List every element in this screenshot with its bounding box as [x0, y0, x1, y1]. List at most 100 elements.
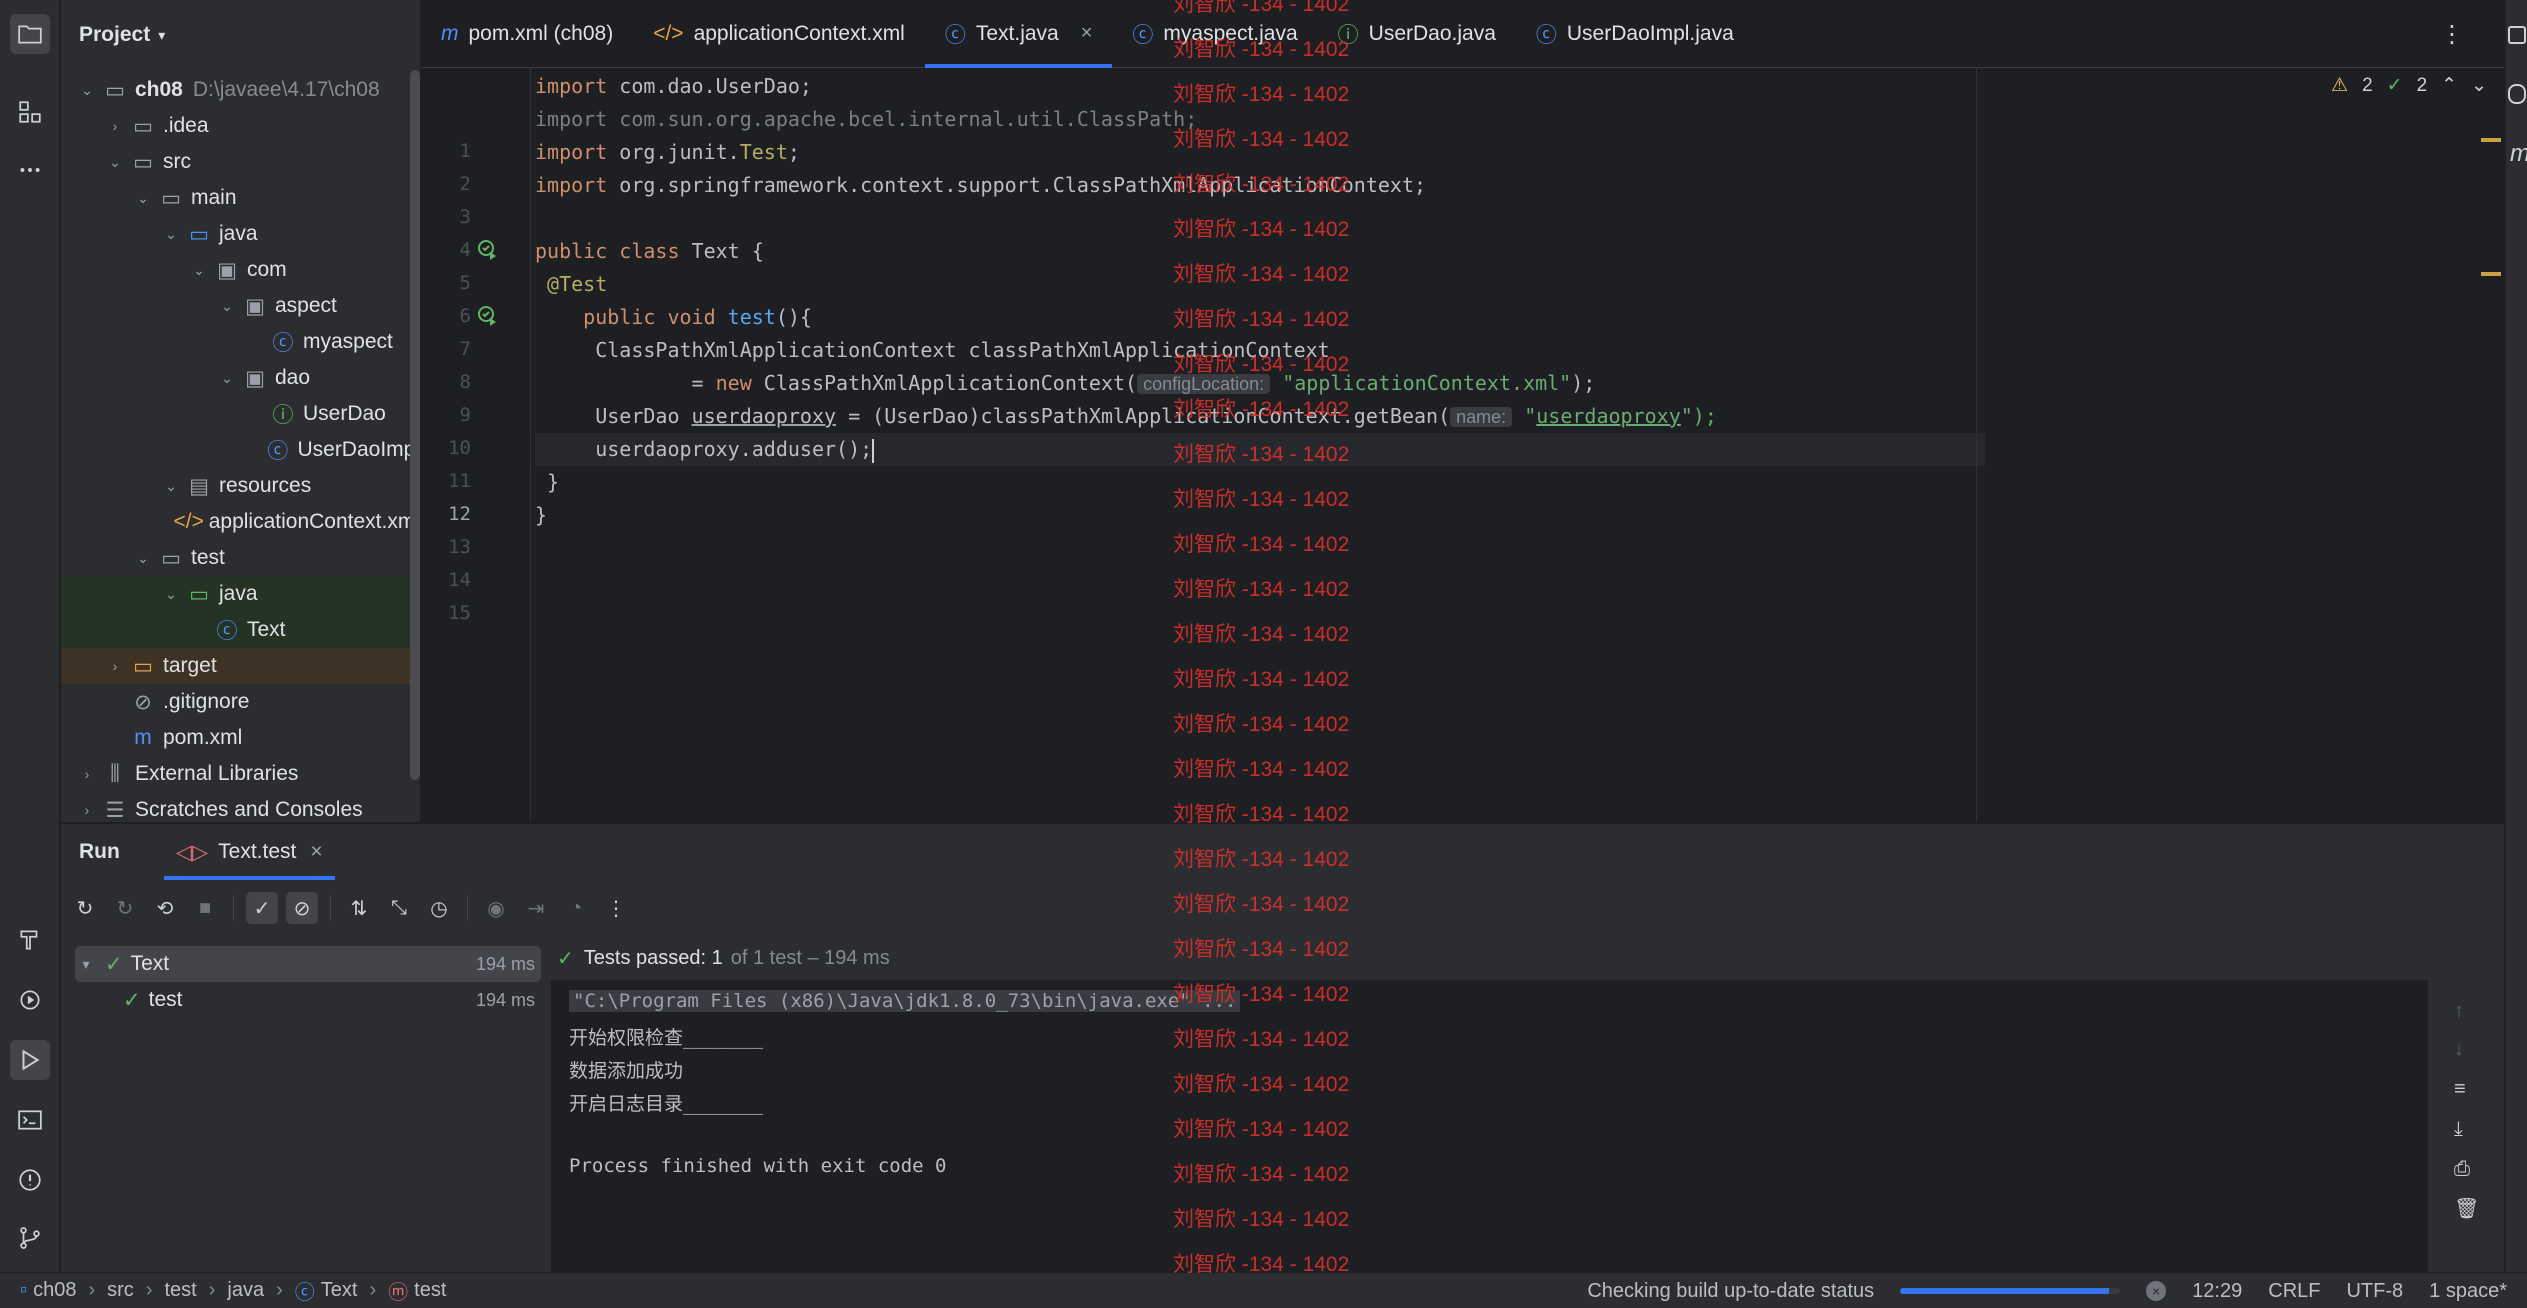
- test-row-method[interactable]: ✓ test 194 ms: [75, 982, 541, 1018]
- tree-item[interactable]: ⌄ ▣ dao: [61, 360, 420, 396]
- services-tool-button[interactable]: [10, 980, 50, 1020]
- toggle-auto-test-icon[interactable]: ⟲: [149, 892, 181, 924]
- rerun-icon[interactable]: ↻: [69, 892, 101, 924]
- tree-item[interactable]: ⌄ ▤ resources: [61, 468, 420, 504]
- structure-tool-button[interactable]: [10, 92, 50, 132]
- console-output[interactable]: ✓ Tests passed: 1 of 1 test – 194 ms "C:…: [551, 936, 2504, 1273]
- file-encoding[interactable]: UTF-8: [2346, 1280, 2403, 1303]
- close-icon[interactable]: ×: [310, 840, 322, 864]
- chevron-right-icon[interactable]: ›: [77, 802, 97, 818]
- problems-tool-button[interactable]: [10, 1160, 50, 1200]
- tree-item[interactable]: ⌄ ▭ src: [61, 144, 420, 180]
- tree-item[interactable]: ⌄ ▭ test: [61, 540, 420, 576]
- tree-item[interactable]: ⌄ ▭ java: [61, 216, 420, 252]
- breadcrumb-item[interactable]: ⓜ test: [388, 1276, 446, 1305]
- tree-item[interactable]: ⓒ Text: [61, 612, 420, 648]
- breadcrumb-item[interactable]: test: [164, 1279, 196, 1302]
- console-command-line[interactable]: "C:\Program Files (x86)\Java\jdk1.8.0_73…: [569, 990, 1241, 1012]
- tree-item[interactable]: ⌄ ▣ aspect: [61, 288, 420, 324]
- tab-application-context-xml[interactable]: </> applicationContext.xml: [633, 0, 925, 68]
- tree-item[interactable]: ⌄ ▣ com: [61, 252, 420, 288]
- run-tool-button[interactable]: [10, 1040, 50, 1080]
- inspection-widget[interactable]: ⚠ 2 ✓ 2 ⌃ ⌄: [2331, 74, 2487, 97]
- print-icon[interactable]: ⎙: [2454, 1158, 2470, 1181]
- run-test-gutter-icon[interactable]: [476, 304, 498, 326]
- chevron-down-icon[interactable]: ⌄: [217, 298, 237, 315]
- tree-item[interactable]: ⌄ ▭ java: [61, 576, 420, 612]
- arrow-up-icon[interactable]: ↑: [2454, 1000, 2464, 1023]
- code-editor[interactable]: import com.dao.UserDao; import com.sun.o…: [531, 68, 2481, 822]
- chevron-down-icon[interactable]: ⌄: [189, 262, 209, 279]
- caret-position[interactable]: 12:29: [2192, 1280, 2242, 1303]
- tree-item[interactable]: › ☰ Scratches and Consoles: [61, 792, 420, 822]
- close-icon[interactable]: ×: [1081, 22, 1093, 45]
- chevron-right-icon[interactable]: ›: [77, 766, 97, 782]
- breadcrumb-item[interactable]: src: [107, 1279, 134, 1302]
- chevron-down-icon[interactable]: ⌄: [133, 550, 153, 567]
- tab-pom-xml[interactable]: m pom.xml (ch08): [421, 0, 633, 68]
- project-tool-button[interactable]: [10, 14, 50, 54]
- trash-icon[interactable]: 🗑: [2454, 1196, 2479, 1221]
- rerun-failed-icon[interactable]: ↻: [109, 892, 141, 924]
- tree-item[interactable]: m pom.xml: [61, 720, 420, 756]
- arrow-down-icon[interactable]: ↓: [2454, 1038, 2464, 1061]
- more-vertical-icon[interactable]: ⋮: [600, 892, 632, 924]
- tab-myaspect-java[interactable]: ⓒ myaspect.java: [1112, 0, 1317, 68]
- chevron-down-icon[interactable]: ⌄: [105, 154, 125, 171]
- chevron-down-icon[interactable]: ⌄: [161, 586, 181, 603]
- tree-item[interactable]: ⓒ UserDaoImpl: [61, 432, 420, 468]
- show-ignored-icon[interactable]: ⊘: [286, 892, 318, 924]
- chevron-down-icon[interactable]: ⌄: [161, 478, 181, 495]
- soft-wrap-icon[interactable]: ≡: [2454, 1078, 2466, 1101]
- cancel-task-icon[interactable]: ×: [2146, 1281, 2167, 1301]
- chevron-down-icon[interactable]: ⌄: [2471, 74, 2487, 97]
- collapse-all-icon[interactable]: ⤡: [383, 892, 415, 924]
- chevron-up-icon[interactable]: ⌃: [2441, 74, 2457, 97]
- chevron-right-icon[interactable]: ›: [105, 658, 125, 674]
- breadcrumb-item[interactable]: ⓒ Text: [295, 1276, 358, 1305]
- chevron-down-icon[interactable]: ⌄: [161, 226, 181, 243]
- more-tools-button[interactable]: [10, 150, 50, 190]
- notifications-icon[interactable]: [2508, 26, 2526, 44]
- build-tool-button[interactable]: [10, 920, 50, 960]
- coverage-icon[interactable]: ◔: [560, 892, 592, 924]
- show-passed-icon[interactable]: ✓: [246, 892, 278, 924]
- more-vertical-icon[interactable]: ⋮: [2440, 20, 2464, 49]
- test-row-class[interactable]: ▾ ✓ Text 194 ms: [75, 946, 541, 982]
- maven-tool-icon[interactable]: m: [2510, 140, 2527, 168]
- scroll-to-end-icon[interactable]: ⤓: [2454, 1118, 2463, 1141]
- chevron-down-icon[interactable]: ⌄: [217, 370, 237, 387]
- database-icon[interactable]: [2508, 84, 2526, 104]
- tree-item[interactable]: ⌄ ▭ ch08 D:\javaee\4.17\ch08: [61, 72, 420, 108]
- run-config-tab[interactable]: ◁▷ Text.test ×: [163, 824, 335, 880]
- line-separator[interactable]: CRLF: [2268, 1280, 2320, 1303]
- warning-stripe-marker[interactable]: [2481, 272, 2501, 276]
- sort-icon[interactable]: ⇅: [343, 892, 375, 924]
- breadcrumb-item[interactable]: ▫ ch08: [20, 1279, 76, 1302]
- git-tool-button[interactable]: [10, 1218, 50, 1258]
- stop-icon[interactable]: ■: [189, 892, 221, 924]
- tree-item[interactable]: ⌄ ▭ main: [61, 180, 420, 216]
- tree-item[interactable]: ⊘ .gitignore: [61, 684, 420, 720]
- tree-item[interactable]: ⓒ myaspect: [61, 324, 420, 360]
- project-header[interactable]: Project ▾: [61, 0, 420, 70]
- chevron-down-icon[interactable]: ⌄: [133, 190, 153, 207]
- tree-item[interactable]: › ▭ .idea: [61, 108, 420, 144]
- history-icon[interactable]: ◷: [423, 892, 455, 924]
- camera-icon[interactable]: ◉: [480, 892, 512, 924]
- tab-text-java[interactable]: ⓒ Text.java ×: [924, 0, 1113, 68]
- tab-userdaoimpl-java[interactable]: ⓒ UserDaoImpl.java: [1516, 0, 1754, 68]
- import-tests-icon[interactable]: ⇥: [520, 892, 552, 924]
- tree-item[interactable]: › ▭ target: [61, 648, 420, 684]
- terminal-tool-button[interactable]: [10, 1100, 50, 1140]
- chevron-right-icon[interactable]: ›: [105, 118, 125, 134]
- tab-userdao-java[interactable]: ⓘ UserDao.java: [1318, 0, 1516, 68]
- indent-setting[interactable]: 1 space*: [2429, 1280, 2507, 1303]
- warning-stripe-marker[interactable]: [2481, 138, 2501, 142]
- tree-item[interactable]: › ⫼ External Libraries: [61, 756, 420, 792]
- tree-item[interactable]: ⓘ UserDao: [61, 396, 420, 432]
- project-scrollbar[interactable]: [410, 70, 420, 780]
- breadcrumb-item[interactable]: java: [227, 1279, 264, 1302]
- chevron-down-icon[interactable]: ⌄: [77, 82, 97, 99]
- background-task-label[interactable]: Checking build up-to-date status: [1587, 1280, 1874, 1303]
